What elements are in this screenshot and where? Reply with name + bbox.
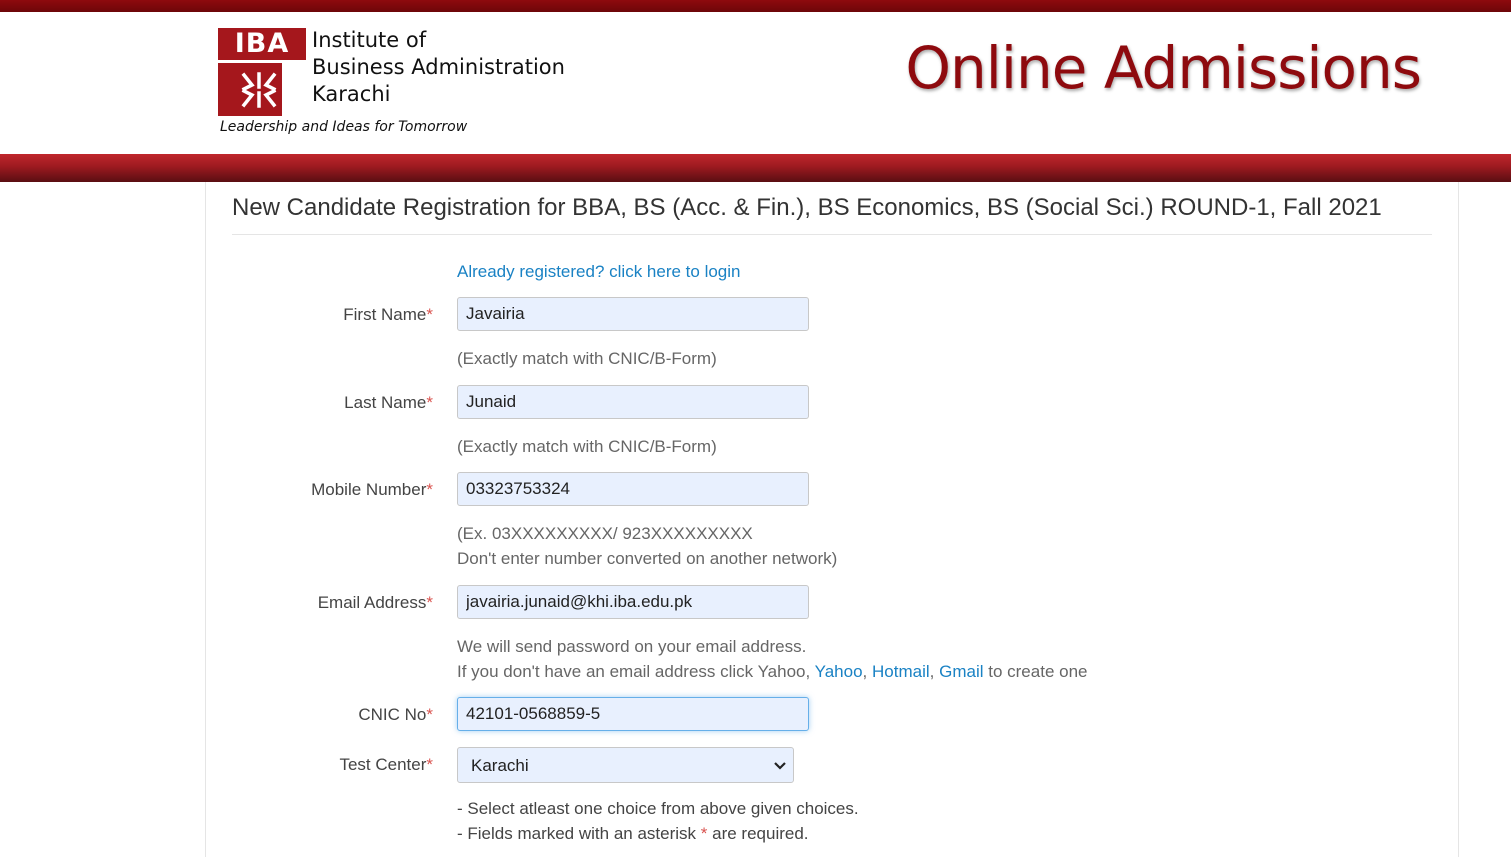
iba-logo: IBA (218, 28, 306, 116)
cnic-input[interactable] (457, 697, 809, 731)
required-marker: * (426, 593, 433, 612)
site-title: Online Admissions (905, 34, 1422, 102)
required-marker: * (426, 755, 433, 774)
chevron-down-icon (773, 757, 787, 780)
header-divider-band (0, 154, 1511, 182)
email-address-input[interactable] (457, 585, 809, 619)
required-marker: * (426, 393, 433, 412)
site-header: IBA Institute of Business Administration… (0, 12, 1511, 154)
page-title: New Candidate Registration for BBA, BS (… (232, 194, 1382, 221)
test-center-label: Test Center* (339, 755, 433, 774)
required-marker: * (700, 824, 708, 843)
first-name-help: (Exactly match with CNIC/B-Form) (457, 349, 717, 368)
mobile-number-help: (Ex. 03XXXXXXXXX/ 923XXXXXXXXX Don't ent… (457, 524, 838, 568)
logo-emblem-icon (218, 63, 282, 116)
last-name-help: (Exactly match with CNIC/B-Form) (457, 437, 717, 456)
hotmail-link[interactable]: Hotmail (872, 662, 930, 681)
top-accent-bar (0, 0, 1511, 12)
cnic-label: CNIC No* (358, 705, 433, 724)
email-address-label: Email Address* (317, 593, 433, 612)
required-marker: * (426, 480, 433, 499)
last-name-label: Last Name* (344, 393, 433, 412)
test-center-selected: Karachi (471, 756, 529, 775)
logo-text: IBA (218, 28, 306, 60)
mobile-number-label: Mobile Number* (311, 480, 433, 499)
first-name-input[interactable] (457, 297, 809, 331)
last-name-input[interactable] (457, 385, 809, 419)
tagline: Leadership and Ideas for Tomorrow (220, 119, 468, 135)
required-marker: * (426, 305, 433, 324)
login-link[interactable]: Already registered? click here to login (457, 262, 740, 282)
email-address-help: We will send password on your email addr… (457, 637, 1088, 681)
first-name-label: First Name* (343, 305, 433, 324)
registration-form-panel: New Candidate Registration for BBA, BS (… (205, 182, 1459, 857)
mobile-number-input[interactable] (457, 472, 809, 506)
required-marker: * (426, 705, 433, 724)
institute-name: Institute of Business Administration Kar… (312, 28, 565, 106)
title-divider (232, 234, 1432, 235)
test-center-select[interactable]: Karachi (457, 747, 794, 783)
gmail-link[interactable]: Gmail (939, 662, 983, 681)
form-notes: - Select atleast one choice from above g… (457, 799, 859, 843)
yahoo-link[interactable]: Yahoo (815, 662, 863, 681)
